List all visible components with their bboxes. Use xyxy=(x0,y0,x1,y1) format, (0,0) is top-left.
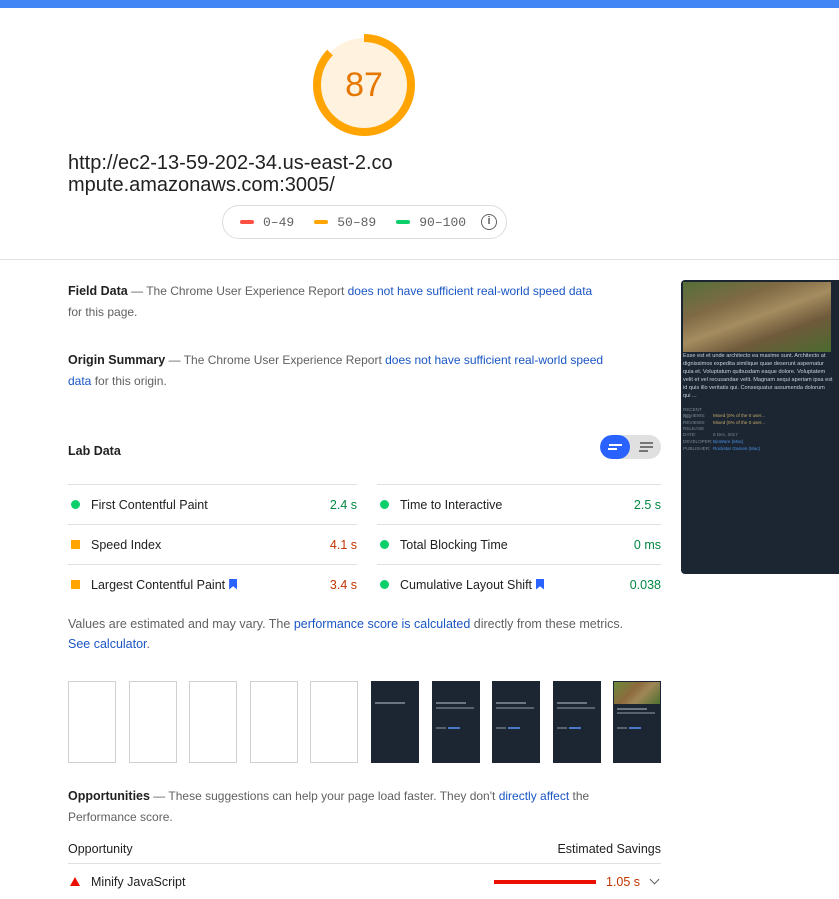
origin-summary-section: Origin Summary — The Chrome User Experie… xyxy=(68,350,608,392)
field-data-dash: — The Chrome User Experience Report xyxy=(127,284,348,298)
load-filmstrip xyxy=(68,681,661,763)
origin-summary-title: Origin Summary xyxy=(68,353,166,367)
metric-label: Cumulative Layout Shift xyxy=(400,578,630,592)
preview-meta-row: DEVELOPER:BioWare (Mac) xyxy=(683,439,744,444)
metric-label: Speed Index xyxy=(91,537,162,552)
savings-column-header: Estimated Savings xyxy=(557,842,661,856)
disclaimer-mid: directly from these metrics. xyxy=(470,617,624,631)
field-data-link[interactable]: does not have sufficient real-world spee… xyxy=(348,284,593,298)
metric-largest-contentful-paint: Largest Contentful Paint 3.4 s xyxy=(68,564,357,604)
metric-label: Total Blocking Time xyxy=(400,537,508,552)
opportunity-label: Minify JavaScript xyxy=(91,875,186,889)
filmstrip-frame xyxy=(310,681,358,763)
metrics-view-toggle[interactable] xyxy=(600,435,661,459)
opportunities-title: Opportunities xyxy=(68,789,150,803)
metric-value: 0.038 xyxy=(629,577,661,592)
pass-indicator-icon xyxy=(380,500,389,509)
field-data-title: Field Data xyxy=(68,284,128,298)
metric-label-text: Largest Contentful Paint xyxy=(91,577,226,592)
metric-value: 2.4 s xyxy=(329,497,357,512)
filmstrip-frame xyxy=(432,681,480,763)
lab-data-title: Lab Data xyxy=(68,444,121,458)
tested-url: http://ec2-13-59-202-34.us-east-2.comput… xyxy=(68,152,393,196)
field-data-tail: for this page. xyxy=(68,305,138,319)
metric-total-blocking-time: Total Blocking Time 0 ms xyxy=(377,524,661,564)
field-data-section: Field Data — The Chrome User Experience … xyxy=(68,281,608,323)
preview-description: Esse est et unde architecto ea maxime su… xyxy=(683,353,833,399)
opportunities-dash: — These suggestions can help your page l… xyxy=(149,789,499,803)
metric-value: 3.4 s xyxy=(329,577,357,592)
legend-item-fail: 0–49 xyxy=(240,215,294,230)
metrics-disclaimer: Values are estimated and may vary. The p… xyxy=(68,614,628,654)
see-calculator-link[interactable]: See calculator xyxy=(68,637,147,651)
savings-bar xyxy=(494,880,596,884)
directly-affect-link[interactable]: directly affect xyxy=(499,789,569,803)
info-icon[interactable]: i xyxy=(481,214,497,230)
pass-indicator-icon xyxy=(380,540,389,549)
bookmark-icon xyxy=(229,578,238,590)
metric-time-to-interactive: Time to Interactive 2.5 s xyxy=(377,484,661,524)
header-divider xyxy=(0,259,839,260)
average-indicator-icon xyxy=(71,540,80,549)
legend-item-average: 50–89 xyxy=(314,215,376,230)
disclaimer-post: . xyxy=(146,637,151,651)
legend-swatch-pass xyxy=(396,220,411,224)
filmstrip-frame xyxy=(613,681,661,763)
filmstrip-frame xyxy=(553,681,601,763)
filmstrip-frame xyxy=(371,681,419,763)
average-indicator-icon xyxy=(71,580,80,589)
bookmark-icon xyxy=(536,578,545,590)
preview-meta-row: PUBLISHER: Rockstar Games (Mac) xyxy=(683,446,761,451)
metric-label: Time to Interactive xyxy=(400,497,503,512)
chevron-down-icon[interactable] xyxy=(649,874,660,885)
top-accent-bar xyxy=(0,0,839,8)
score-value: 87 xyxy=(345,65,383,104)
legend-range-pass: 90–100 xyxy=(419,214,467,230)
filmstrip-frame xyxy=(68,681,116,763)
metric-value: 2.5 s xyxy=(633,497,661,512)
metric-value: 4.1 s xyxy=(329,537,357,552)
legend-range-fail: 0–49 xyxy=(263,214,295,230)
metric-value: 0 ms xyxy=(633,537,661,552)
filmstrip-frame xyxy=(492,681,540,763)
metric-first-contentful-paint: First Contentful Paint 2.4 s xyxy=(68,484,357,524)
metric-cumulative-layout-shift: Cumulative Layout Shift 0.038 xyxy=(377,564,661,604)
filmstrip-frame xyxy=(129,681,177,763)
preview-meta-row: RELEASE DATE: 6 Dec, 2017 xyxy=(683,426,738,437)
origin-summary-dash: — The Chrome User Experience Report xyxy=(165,353,386,367)
metric-speed-index: Speed Index 4.1 s xyxy=(68,524,357,564)
savings-value: 1.05 s xyxy=(606,875,641,889)
performance-score-gauge: 87 xyxy=(312,33,416,137)
compact-view-icon[interactable] xyxy=(600,435,630,459)
final-screenshot-preview: Esse est et unde architecto ea maxime su… xyxy=(681,280,839,574)
metric-label: First Contentful Paint xyxy=(91,497,208,512)
preview-game-image xyxy=(683,282,831,352)
expanded-view-icon[interactable] xyxy=(631,435,661,459)
pass-indicator-icon xyxy=(71,500,80,509)
opportunity-row-minify-javascript[interactable]: Minify JavaScript 1.05 s xyxy=(68,872,661,894)
metric-label-text: Cumulative Layout Shift xyxy=(400,577,533,592)
filmstrip-frame xyxy=(189,681,237,763)
metric-label: Largest Contentful Paint xyxy=(91,578,330,592)
legend-swatch-average xyxy=(314,220,329,224)
filmstrip-frame xyxy=(250,681,298,763)
opportunities-header: Opportunity Estimated Savings xyxy=(68,842,661,864)
disclaimer-pre: Values are estimated and may vary. The xyxy=(68,617,294,631)
origin-summary-tail: for this origin. xyxy=(91,374,167,388)
legend-item-pass: 90–100 xyxy=(396,215,466,230)
opportunities-section: Opportunities — These suggestions can he… xyxy=(68,786,628,828)
score-legend: 0–49 50–89 90–100 i xyxy=(222,205,507,239)
opportunity-column-header: Opportunity xyxy=(68,842,133,856)
fail-triangle-icon xyxy=(70,877,80,886)
legend-swatch-fail xyxy=(240,220,254,224)
preview-meta-row: ALL REVIEWS: Mixed (0% of the 0 user... xyxy=(683,414,766,425)
legend-range-average: 50–89 xyxy=(337,214,377,230)
score-calculated-link[interactable]: performance score is calculated xyxy=(294,617,470,631)
pass-indicator-icon xyxy=(380,580,389,589)
